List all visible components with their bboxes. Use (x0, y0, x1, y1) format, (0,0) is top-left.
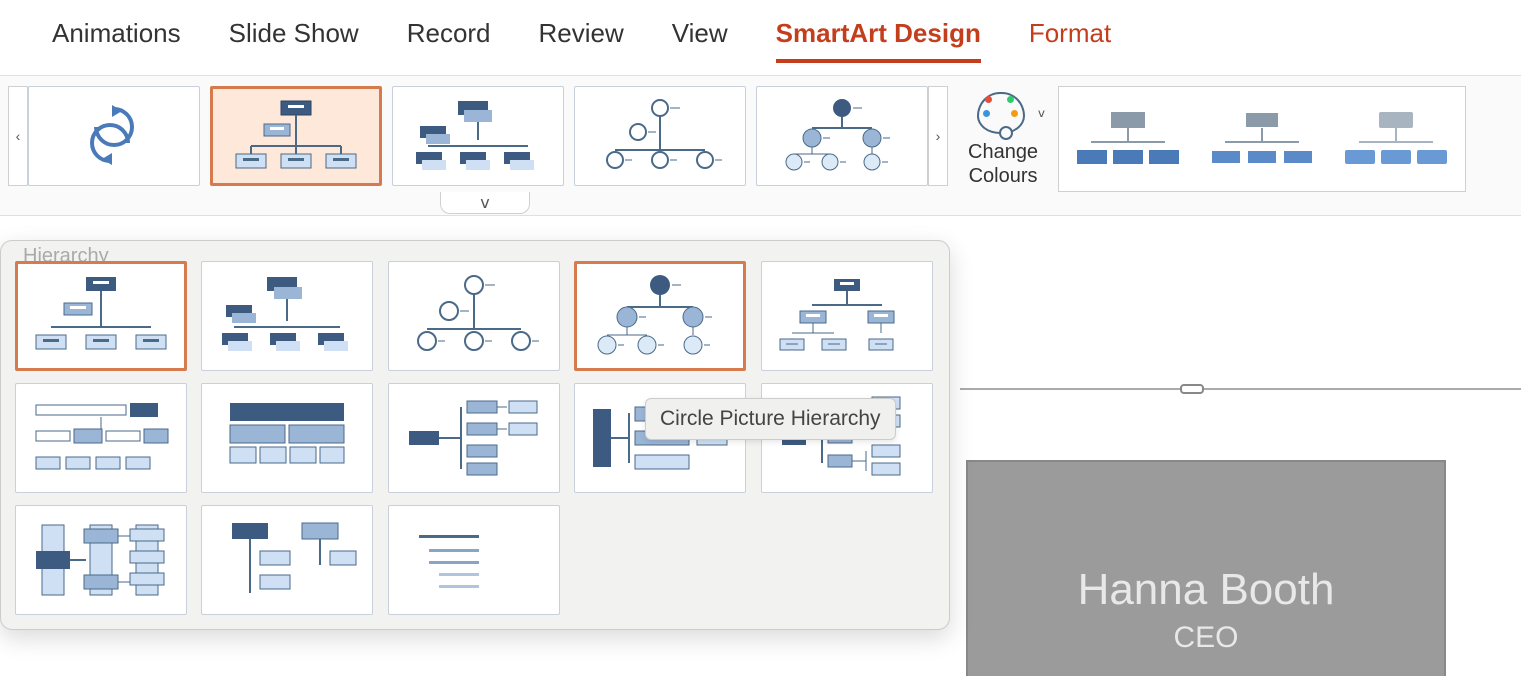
gallery-expand-button[interactable]: ⅴ (440, 192, 530, 214)
layout-gallery (28, 86, 928, 186)
cycle-arrows-icon (74, 101, 154, 171)
layout-thumb-half-circle[interactable] (574, 86, 746, 186)
layout-thumb-org-chart[interactable] (210, 86, 382, 186)
name-title-org-icon (408, 96, 548, 176)
style-gallery (1058, 86, 1466, 192)
dd-layout-circle-picture-hierarchy[interactable] (574, 261, 746, 371)
horizontal-labeled-icon (26, 515, 176, 605)
chevron-down-icon: ⅴ (480, 193, 489, 213)
dd-layout-name-title[interactable] (201, 261, 373, 371)
ribbon-content: ‹ (0, 76, 1521, 216)
gallery-next-button[interactable]: › (928, 86, 948, 186)
half-circle-org-icon (399, 271, 549, 361)
table-hierarchy-icon (212, 393, 362, 483)
style-white-outline[interactable] (1197, 91, 1327, 187)
org-chart-icon (26, 271, 176, 361)
style-subtle-icon (1341, 104, 1451, 174)
dd-layout-tree[interactable] (201, 505, 373, 615)
palette-icon: ⅴ (977, 86, 1029, 138)
ribbon-tabs: Animations Slide Show Record Review View… (0, 0, 1521, 76)
dd-layout-horizontal-hierarchy[interactable] (388, 383, 560, 493)
tab-format[interactable]: Format (1029, 18, 1111, 63)
style-subtle-effect[interactable] (1331, 91, 1461, 187)
tab-animations[interactable]: Animations (52, 18, 181, 63)
object-boundary (960, 388, 1521, 390)
tab-review[interactable]: Review (539, 18, 624, 63)
half-circle-org-icon (590, 96, 730, 176)
circle-picture-hierarchy-icon (772, 96, 912, 176)
tree-hierarchy-icon (212, 515, 362, 605)
tab-smartart-design[interactable]: SmartArt Design (776, 18, 981, 63)
node-name: Hanna Booth (1078, 565, 1335, 615)
dd-layout-hierarchy[interactable] (761, 261, 933, 371)
chevron-down-icon: ⅴ (1038, 106, 1045, 120)
name-title-org-icon (212, 271, 362, 361)
dd-layout-horizontal-labeled[interactable] (15, 505, 187, 615)
style-simple-fill[interactable] (1063, 91, 1193, 187)
tab-slide-show[interactable]: Slide Show (229, 18, 359, 63)
circle-picture-hierarchy-icon (585, 271, 735, 361)
org-chart-node-ceo[interactable]: Hanna Booth CEO (966, 460, 1446, 676)
org-chart-icon (226, 96, 366, 176)
hierarchy-list-icon (399, 515, 549, 605)
layout-thumb-title[interactable] (392, 86, 564, 186)
labeled-hierarchy-icon (26, 393, 176, 483)
horizontal-hierarchy-icon (399, 393, 549, 483)
resize-handle[interactable] (1180, 384, 1204, 394)
dd-layout-org-chart[interactable] (15, 261, 187, 371)
gallery-prev-button[interactable]: ‹ (8, 86, 28, 186)
dd-layout-table-hierarchy[interactable] (201, 383, 373, 493)
node-role: CEO (1173, 621, 1238, 655)
style-grey-icon (1073, 104, 1183, 174)
dd-layout-half-circle[interactable] (388, 261, 560, 371)
layout-thumb-cycle[interactable] (28, 86, 200, 186)
dd-layout-list[interactable] (388, 505, 560, 615)
tooltip: Circle Picture Hierarchy (645, 398, 896, 440)
layout-thumb-circle-picture[interactable] (756, 86, 928, 186)
hierarchy-icon (772, 271, 922, 361)
dd-layout-labeled-hierarchy[interactable] (15, 383, 187, 493)
tab-view[interactable]: View (672, 18, 728, 63)
tab-record[interactable]: Record (407, 18, 491, 63)
change-colours-label: ChangeColours (968, 140, 1038, 188)
style-outline-icon (1207, 104, 1317, 174)
change-colours-button[interactable]: ⅴ ChangeColours (968, 86, 1038, 188)
slide-canvas: Hanna Booth CEO (960, 260, 1521, 676)
